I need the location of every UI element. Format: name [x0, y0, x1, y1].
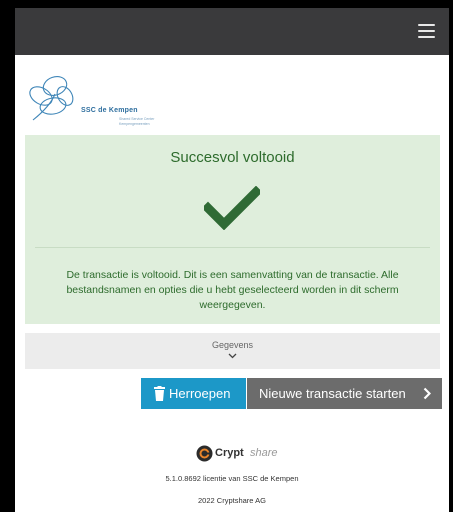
details-toggle[interactable]: Gegevens	[25, 333, 440, 369]
new-transaction-label: Nieuwe transactie starten	[259, 386, 406, 401]
logo-name: SSC de Kempen	[81, 107, 138, 114]
divider	[35, 247, 430, 248]
flower-logo-icon	[29, 76, 74, 121]
cryptshare-logo-icon	[196, 445, 213, 462]
top-bar	[15, 8, 449, 55]
success-panel: Succesvol voltooid De transactie is volt…	[25, 135, 440, 324]
cryptshare-logo: Crypt share	[196, 445, 278, 463]
hamburger-menu-icon[interactable]	[418, 24, 435, 38]
chevron-down-icon	[228, 353, 237, 359]
cryptshare-brand-bold: Crypt	[215, 447, 244, 459]
revoke-button[interactable]: Herroepen	[141, 378, 246, 409]
success-message: De transactie is voltooid. Dit is een sa…	[66, 269, 399, 311]
checkmark-icon	[204, 186, 260, 230]
new-transaction-button[interactable]: Nieuwe transactie starten	[247, 378, 442, 409]
revoke-label: Herroepen	[169, 386, 231, 401]
page-frame: SSC de Kempen Shared Service Center Kemp…	[15, 8, 449, 512]
success-title: Succesvol voltooid	[170, 149, 295, 166]
license-text: 5.1.0.8692 licentie van SSC de Kempen	[165, 474, 299, 483]
logo-subtitle-2: Kempengemeenten	[119, 122, 150, 126]
copyright-text: 2022 Cryptshare AG	[198, 496, 266, 505]
ssc-logo: SSC de Kempen Shared Service Center Kemp…	[25, 70, 185, 128]
chevron-right-icon	[423, 387, 431, 400]
logo-subtitle: Shared Service Center	[119, 117, 155, 121]
trash-icon	[154, 386, 165, 401]
details-label: Gegevens	[211, 340, 254, 350]
cryptshare-brand-light: share	[250, 447, 278, 459]
